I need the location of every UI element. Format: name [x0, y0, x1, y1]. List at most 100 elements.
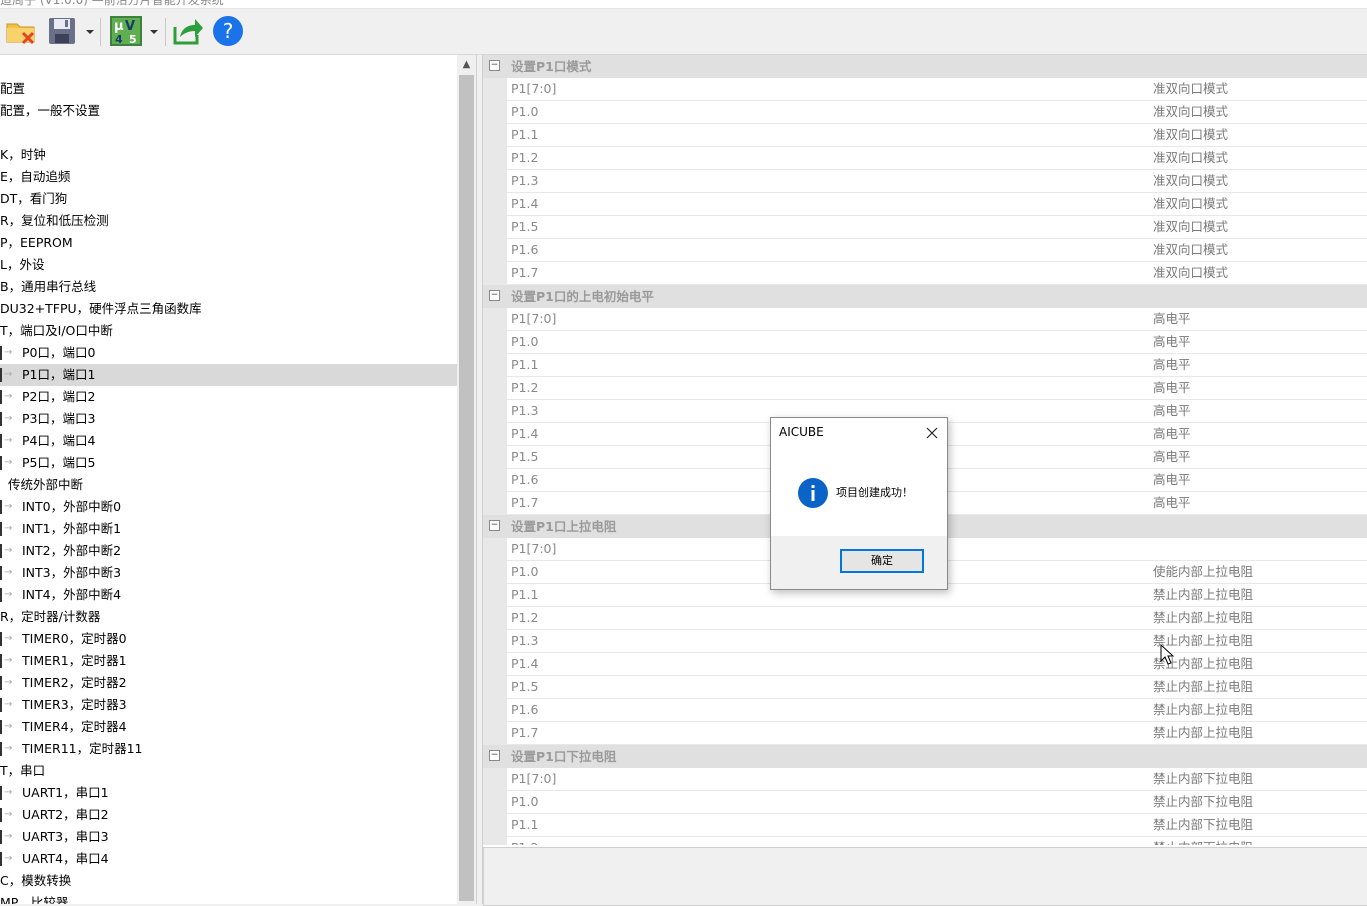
tree-item[interactable]: INT3，外部中断3 [0, 562, 457, 584]
tree-item[interactable]: C，模数转换 [0, 870, 457, 892]
grid-row[interactable]: P1.5 禁止内部上拉电阻 [483, 676, 1367, 699]
tree-item[interactable]: T，串口 [0, 760, 457, 782]
property-value[interactable]: 禁止内部上拉电阻 [1149, 584, 1367, 606]
property-value[interactable]: 高电平 [1149, 423, 1367, 445]
tree-item[interactable]: P1口，端口1 [0, 364, 457, 386]
tree-item[interactable]: E，自动追频 [0, 166, 457, 188]
grid-row[interactable]: P1.7 准双向口模式 [483, 262, 1367, 285]
tree-item[interactable]: 传统外部中断 [0, 474, 457, 496]
tree-item[interactable]: TIMER1，定时器1 [0, 650, 457, 672]
tree-item[interactable]: P3口，端口3 [0, 408, 457, 430]
property-value[interactable]: 禁止内部上拉电阻 [1149, 653, 1367, 675]
property-value[interactable] [1149, 538, 1367, 560]
property-value[interactable]: 高电平 [1149, 377, 1367, 399]
tree-item[interactable]: P0口，端口0 [0, 342, 457, 364]
property-value[interactable]: 准双向口模式 [1149, 124, 1367, 146]
grid-category[interactable]: − 设置P1口下拉电阻 [483, 745, 1367, 768]
grid-category[interactable]: − 设置P1口模式 [483, 55, 1367, 78]
grid-row[interactable]: P1.4 禁止内部上拉电阻 [483, 653, 1367, 676]
grid-row[interactable]: P1[7:0] 禁止内部下拉电阻 [483, 768, 1367, 791]
tree-item[interactable]: R，定时器/计数器 [0, 606, 457, 628]
property-value[interactable]: 高电平 [1149, 469, 1367, 491]
tree-item[interactable]: TIMER3，定时器3 [0, 694, 457, 716]
property-value[interactable]: 高电平 [1149, 331, 1367, 353]
grid-row[interactable]: P1[7:0] 高电平 [483, 308, 1367, 331]
grid-row[interactable]: P1.2 高电平 [483, 377, 1367, 400]
property-value[interactable]: 使能内部上拉电阻 [1149, 561, 1367, 583]
property-value[interactable]: 高电平 [1149, 446, 1367, 468]
grid-row[interactable]: P1.1 禁止内部下拉电阻 [483, 814, 1367, 837]
tree-item[interactable]: DT，看门狗 [0, 188, 457, 210]
property-value[interactable]: 禁止内部上拉电阻 [1149, 630, 1367, 652]
collapse-toggle-icon[interactable]: − [489, 60, 500, 71]
tree-item[interactable]: P2口，端口2 [0, 386, 457, 408]
tree-item[interactable]: 配置 [0, 78, 457, 100]
tree-item[interactable]: K，时钟 [0, 144, 457, 166]
grid-row[interactable]: P1.5 准双向口模式 [483, 216, 1367, 239]
property-value[interactable]: 禁止内部下拉电阻 [1149, 768, 1367, 790]
scroll-up-button[interactable]: ▲ [457, 55, 476, 73]
tree-item[interactable]: P，EEPROM [0, 232, 457, 254]
property-value[interactable]: 准双向口模式 [1149, 262, 1367, 284]
tree-item[interactable]: L，外设 [0, 254, 457, 276]
tree-item[interactable]: UART4，串口4 [0, 848, 457, 870]
property-value[interactable]: 禁止内部上拉电阻 [1149, 676, 1367, 698]
grid-row[interactable]: P1[7:0] 准双向口模式 [483, 78, 1367, 101]
property-value[interactable]: 高电平 [1149, 400, 1367, 422]
tree-item[interactable]: INT2，外部中断2 [0, 540, 457, 562]
grid-row[interactable]: P1.1 准双向口模式 [483, 124, 1367, 147]
grid-row[interactable]: P1.1 高电平 [483, 354, 1367, 377]
property-value[interactable]: 准双向口模式 [1149, 78, 1367, 100]
property-value[interactable]: 禁止内部下拉电阻 [1149, 837, 1367, 845]
tree-item[interactable]: MP，比较器 [0, 892, 457, 904]
tree-item[interactable]: INT1，外部中断1 [0, 518, 457, 540]
dialog-close-button[interactable] [921, 422, 943, 444]
tree-item[interactable]: TIMER0，定时器0 [0, 628, 457, 650]
property-value[interactable]: 禁止内部下拉电阻 [1149, 814, 1367, 836]
property-value[interactable]: 准双向口模式 [1149, 147, 1367, 169]
property-value[interactable]: 高电平 [1149, 492, 1367, 514]
collapse-toggle-icon[interactable]: − [489, 520, 500, 531]
tree-item[interactable]: P5口，端口5 [0, 452, 457, 474]
tree-item[interactable]: UART1，串口1 [0, 782, 457, 804]
ok-button[interactable]: 确定 [840, 549, 924, 573]
tree-item[interactable]: UART2，串口2 [0, 804, 457, 826]
tree-item[interactable] [0, 122, 457, 144]
collapse-toggle-icon[interactable]: − [489, 290, 500, 301]
help-button[interactable]: ? [210, 14, 246, 48]
tree-item[interactable]: TIMER4，定时器4 [0, 716, 457, 738]
save-button[interactable] [44, 14, 80, 48]
tree-item[interactable]: B，通用串行总线 [0, 276, 457, 298]
keil-dropdown-chevron-icon[interactable] [149, 27, 159, 37]
tree-item[interactable]: DU32+TFPU，硬件浮点三角函数库 [0, 298, 457, 320]
collapse-toggle-icon[interactable]: − [489, 750, 500, 761]
tree-item[interactable]: UART3，串口3 [0, 826, 457, 848]
tree-scrollbar[interactable]: ▲ [457, 55, 476, 904]
grid-row[interactable]: P1.6 禁止内部上拉电阻 [483, 699, 1367, 722]
close-project-button[interactable] [4, 14, 40, 48]
scroll-thumb[interactable] [459, 75, 474, 901]
tree-item[interactable]: 配置，一般不设置 [0, 100, 457, 122]
grid-row[interactable]: P1.0 高电平 [483, 331, 1367, 354]
property-value[interactable]: 禁止内部上拉电阻 [1149, 699, 1367, 721]
grid-row[interactable]: P1.4 准双向口模式 [483, 193, 1367, 216]
property-value[interactable]: 禁止内部上拉电阻 [1149, 607, 1367, 629]
tree-item[interactable]: INT0，外部中断0 [0, 496, 457, 518]
save-dropdown-chevron-icon[interactable] [85, 27, 95, 37]
grid-category[interactable]: − 设置P1口的上电初始电平 [483, 285, 1367, 308]
grid-row[interactable]: P1.0 禁止内部下拉电阻 [483, 791, 1367, 814]
grid-row[interactable]: P1.7 禁止内部上拉电阻 [483, 722, 1367, 745]
grid-row[interactable]: P1.2 禁止内部上拉电阻 [483, 607, 1367, 630]
tree-item[interactable]: TIMER11，定时器11 [0, 738, 457, 760]
grid-row[interactable]: P1.2 准双向口模式 [483, 147, 1367, 170]
grid-row[interactable]: P1.0 准双向口模式 [483, 101, 1367, 124]
tree-item[interactable]: R，复位和低压检测 [0, 210, 457, 232]
grid-row[interactable]: P1.3 准双向口模式 [483, 170, 1367, 193]
property-value[interactable]: 准双向口模式 [1149, 101, 1367, 123]
property-value[interactable]: 准双向口模式 [1149, 170, 1367, 192]
grid-row[interactable]: P1.6 准双向口模式 [483, 239, 1367, 262]
property-value[interactable]: 高电平 [1149, 354, 1367, 376]
tree-item[interactable]: P4口，端口4 [0, 430, 457, 452]
property-value[interactable]: 高电平 [1149, 308, 1367, 330]
keil-button[interactable]: μ V 4 5 [106, 14, 146, 48]
